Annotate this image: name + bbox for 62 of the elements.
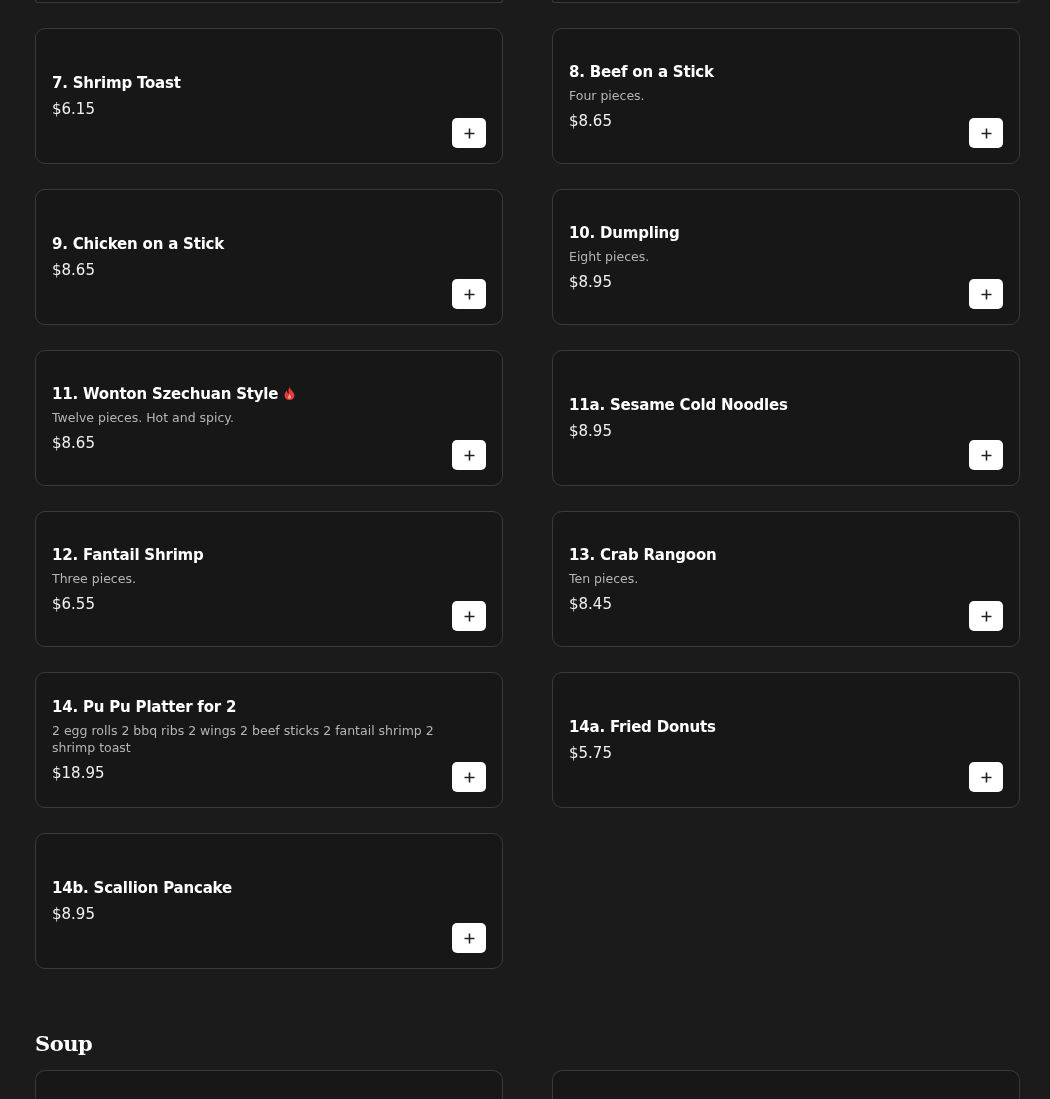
item-description: Ten pieces. — [569, 569, 639, 587]
add-button[interactable] — [452, 601, 486, 631]
menu-item-card[interactable]: 12. Fantail Shrimp Three pieces. $6.55 — [35, 511, 503, 647]
item-name: 9. Chicken on a Stick — [52, 235, 225, 253]
item-price: $6.15 — [52, 100, 95, 118]
add-button[interactable] — [452, 762, 486, 792]
plus-icon — [463, 127, 475, 139]
plus-icon — [980, 771, 992, 783]
item-description: Eight pieces. — [569, 247, 650, 265]
item-name: 8. Beef on a Stick — [569, 62, 714, 81]
item-description: Twelve pieces. Hot and spicy. — [52, 408, 234, 426]
item-price: $8.95 — [52, 905, 95, 923]
add-button[interactable] — [452, 923, 486, 953]
item-name: 14a. Fried Donuts — [569, 718, 716, 736]
menu-item-card[interactable]: 14a. Fried Donuts $5.75 — [552, 672, 1020, 808]
item-name: 7. Shrimp Toast — [52, 74, 181, 92]
item-name: 10. Dumpling — [569, 223, 680, 242]
add-button[interactable] — [452, 118, 486, 148]
menu-item-card[interactable]: 7. Shrimp Toast $6.15 — [35, 28, 503, 164]
menu-item-card[interactable]: 11. Wonton Szechuan Style Twelve pieces. Hot and spicy. $8.65 — [35, 350, 503, 486]
add-button[interactable] — [969, 440, 1003, 470]
plus-icon — [463, 288, 475, 300]
add-button[interactable] — [969, 601, 1003, 631]
plus-icon — [463, 449, 475, 461]
plus-icon — [463, 932, 475, 944]
item-price: $8.95 — [569, 422, 612, 440]
item-price: $8.45 — [569, 594, 612, 613]
menu-item-card[interactable]: 14. Pu Pu Platter for 2 2 egg rolls 2 bbq ribs 2 wings 2 beef sticks 2 fantail shrimp 2 shrimp toast $18.95 — [35, 672, 503, 808]
item-description: 2 egg rolls 2 bbq ribs 2 wings 2 beef sticks 2 fantail shrimp 2 shrimp toast — [52, 722, 435, 756]
item-price: $8.65 — [52, 433, 95, 452]
add-button[interactable] — [969, 762, 1003, 792]
item-price: $8.95 — [569, 272, 612, 291]
menu-item-card[interactable]: 13. Crab Rangoon Ten pieces. $8.45 — [552, 511, 1020, 647]
item-name: 14b. Scallion Pancake — [52, 879, 232, 897]
add-button[interactable] — [452, 279, 486, 309]
plus-icon — [463, 771, 475, 783]
item-description: Three pieces. — [52, 569, 136, 587]
plus-icon — [980, 288, 992, 300]
plus-icon — [980, 127, 992, 139]
add-button[interactable] — [969, 279, 1003, 309]
menu-item-card[interactable]: 10. Dumpling Eight pieces. $8.95 — [552, 189, 1020, 325]
item-name: 11a. Sesame Cold Noodles — [569, 396, 788, 414]
menu-item-card[interactable]: 9. Chicken on a Stick $8.65 — [35, 189, 503, 325]
menu-item-card[interactable]: 11a. Sesame Cold Noodles $8.95 — [552, 350, 1020, 486]
item-price: $5.75 — [569, 744, 612, 762]
item-price: $8.65 — [569, 111, 612, 130]
plus-icon — [463, 610, 475, 622]
section-heading: Soup — [35, 1031, 93, 1056]
menu-item-card[interactable]: 14b. Scallion Pancake $8.95 — [35, 833, 503, 969]
item-price: $18.95 — [52, 764, 105, 782]
item-price: $6.55 — [52, 594, 95, 613]
item-name: 13. Crab Rangoon — [569, 545, 717, 564]
plus-icon — [980, 610, 992, 622]
plus-icon — [980, 449, 992, 461]
menu-item-card[interactable]: 8. Beef on a Stick Four pieces. $8.65 — [552, 28, 1020, 164]
item-name: 14. Pu Pu Platter for 2 — [52, 698, 237, 716]
add-button[interactable] — [452, 440, 486, 470]
add-button[interactable] — [969, 118, 1003, 148]
item-name: 11. Wonton Szechuan Style — [52, 384, 279, 403]
item-price: $8.65 — [52, 261, 95, 279]
item-name: 12. Fantail Shrimp — [52, 545, 204, 564]
item-description: Four pieces. — [569, 86, 645, 104]
